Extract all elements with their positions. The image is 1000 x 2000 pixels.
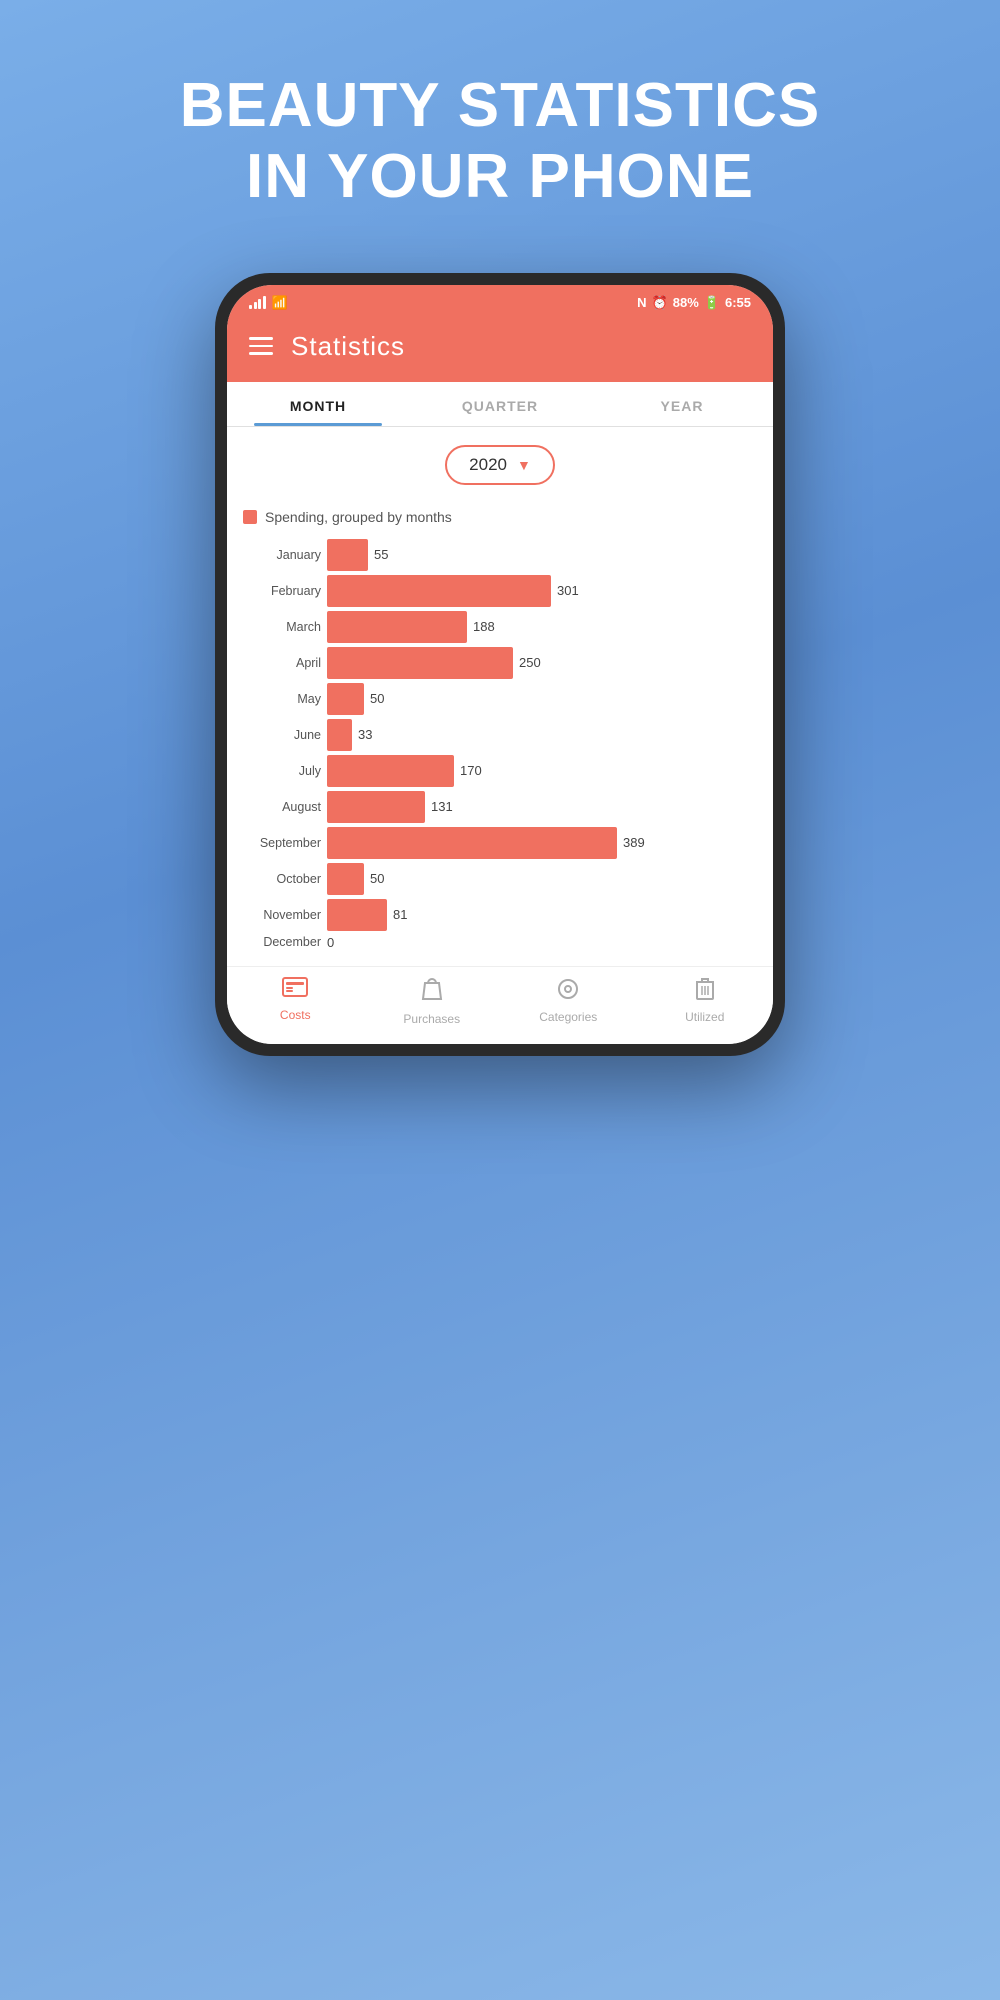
bar-label: April bbox=[243, 656, 321, 670]
status-bar: 📶 N ⏰ 88% 🔋 6:55 bbox=[227, 285, 773, 317]
bar-value: 50 bbox=[370, 691, 384, 706]
tab-month[interactable]: MONTH bbox=[227, 382, 409, 426]
year-selector[interactable]: 2020 ▼ bbox=[445, 445, 555, 485]
battery-percent: 88% bbox=[673, 295, 699, 310]
hamburger-menu[interactable] bbox=[249, 337, 273, 355]
bar-label: November bbox=[243, 908, 321, 922]
tab-quarter[interactable]: QUARTER bbox=[409, 382, 591, 426]
chart-row: January 55 bbox=[243, 539, 757, 571]
nav-item-categories[interactable]: Categories bbox=[500, 977, 637, 1026]
nav-label: Utilized bbox=[685, 1010, 724, 1024]
tab-year[interactable]: YEAR bbox=[591, 382, 773, 426]
bar-fill bbox=[327, 539, 368, 571]
bar-value: 33 bbox=[358, 727, 372, 742]
chart-row: February 301 bbox=[243, 575, 757, 607]
nav-item-purchases[interactable]: Purchases bbox=[364, 977, 501, 1026]
hero-title: BEAUTY STATISTICS IN YOUR PHONE bbox=[180, 70, 820, 213]
bar-fill bbox=[327, 791, 425, 823]
bar-label: February bbox=[243, 584, 321, 598]
bar-value: 301 bbox=[557, 583, 579, 598]
chart-row: September 389 bbox=[243, 827, 757, 859]
bar-fill bbox=[327, 611, 467, 643]
bar-fill bbox=[327, 683, 364, 715]
bar-fill bbox=[327, 827, 617, 859]
bar-label: December bbox=[243, 935, 321, 949]
bar-label: October bbox=[243, 872, 321, 886]
bar-fill bbox=[327, 755, 454, 787]
nav-icon-costs bbox=[282, 977, 308, 1004]
app-title: Statistics bbox=[291, 331, 405, 362]
bar-value: 55 bbox=[374, 547, 388, 562]
bar-value: 50 bbox=[370, 871, 384, 886]
chart-legend: Spending, grouped by months bbox=[243, 509, 757, 525]
bar-container: 50 bbox=[327, 863, 757, 895]
bar-label: July bbox=[243, 764, 321, 778]
bar-container: 170 bbox=[327, 755, 757, 787]
bar-container: 188 bbox=[327, 611, 757, 643]
nav-label: Categories bbox=[539, 1010, 597, 1024]
nav-icon-purchases bbox=[421, 977, 443, 1008]
bar-fill bbox=[327, 899, 387, 931]
year-value: 2020 bbox=[469, 455, 507, 475]
bar-value: 389 bbox=[623, 835, 645, 850]
chart-row: April 250 bbox=[243, 647, 757, 679]
bar-label: June bbox=[243, 728, 321, 742]
bar-value: 81 bbox=[393, 907, 407, 922]
chart-area: Spending, grouped by months January 55 Feb… bbox=[227, 499, 773, 966]
bottom-nav: Costs Purchases Categories Utilized bbox=[227, 966, 773, 1044]
chart-rows: January 55 February 301 March 188 April 250 May 5… bbox=[243, 539, 757, 950]
bar-container: 33 bbox=[327, 719, 757, 751]
bar-container: 301 bbox=[327, 575, 757, 607]
legend-label: Spending, grouped by months bbox=[265, 509, 452, 525]
bar-value: 0 bbox=[327, 935, 334, 950]
nav-icon-categories bbox=[556, 977, 580, 1006]
chart-row: May 50 bbox=[243, 683, 757, 715]
bar-label: May bbox=[243, 692, 321, 706]
chart-row: March 188 bbox=[243, 611, 757, 643]
nfc-icon: N bbox=[637, 295, 646, 310]
bar-fill bbox=[327, 575, 551, 607]
battery-icon: 🔋 bbox=[704, 295, 720, 311]
legend-color-dot bbox=[243, 510, 257, 524]
chart-row: July 170 bbox=[243, 755, 757, 787]
bar-container: 389 bbox=[327, 827, 757, 859]
chart-row: October 50 bbox=[243, 863, 757, 895]
year-selector-row: 2020 ▼ bbox=[227, 427, 773, 499]
bar-container: 55 bbox=[327, 539, 757, 571]
app-header: Statistics bbox=[227, 317, 773, 382]
alarm-icon: ⏰ bbox=[652, 295, 668, 311]
bar-container: 0 bbox=[327, 935, 757, 950]
bar-value: 131 bbox=[431, 799, 453, 814]
nav-label: Purchases bbox=[403, 1012, 460, 1026]
bar-fill bbox=[327, 719, 352, 751]
bar-container: 50 bbox=[327, 683, 757, 715]
phone-mockup: 📶 N ⏰ 88% 🔋 6:55 Statistics bbox=[215, 273, 785, 1056]
bar-label: January bbox=[243, 548, 321, 562]
signal-icon bbox=[249, 296, 266, 309]
chart-row: December 0 bbox=[243, 935, 757, 950]
wifi-icon: 📶 bbox=[272, 295, 288, 311]
bar-label: August bbox=[243, 800, 321, 814]
nav-item-utilized[interactable]: Utilized bbox=[637, 977, 774, 1026]
bar-fill bbox=[327, 647, 513, 679]
bar-label: September bbox=[243, 836, 321, 850]
bar-container: 131 bbox=[327, 791, 757, 823]
nav-icon-utilized bbox=[695, 977, 715, 1006]
bar-fill bbox=[327, 863, 364, 895]
tab-bar: MONTH QUARTER YEAR bbox=[227, 382, 773, 427]
bar-value: 170 bbox=[460, 763, 482, 778]
bar-value: 250 bbox=[519, 655, 541, 670]
chart-row: November 81 bbox=[243, 899, 757, 931]
chart-row: August 131 bbox=[243, 791, 757, 823]
bar-value: 188 bbox=[473, 619, 495, 634]
chevron-down-icon: ▼ bbox=[517, 457, 531, 473]
nav-label: Costs bbox=[280, 1008, 311, 1022]
bar-container: 81 bbox=[327, 899, 757, 931]
bar-label: March bbox=[243, 620, 321, 634]
chart-row: June 33 bbox=[243, 719, 757, 751]
nav-item-costs[interactable]: Costs bbox=[227, 977, 364, 1026]
bar-container: 250 bbox=[327, 647, 757, 679]
clock: 6:55 bbox=[725, 295, 751, 310]
